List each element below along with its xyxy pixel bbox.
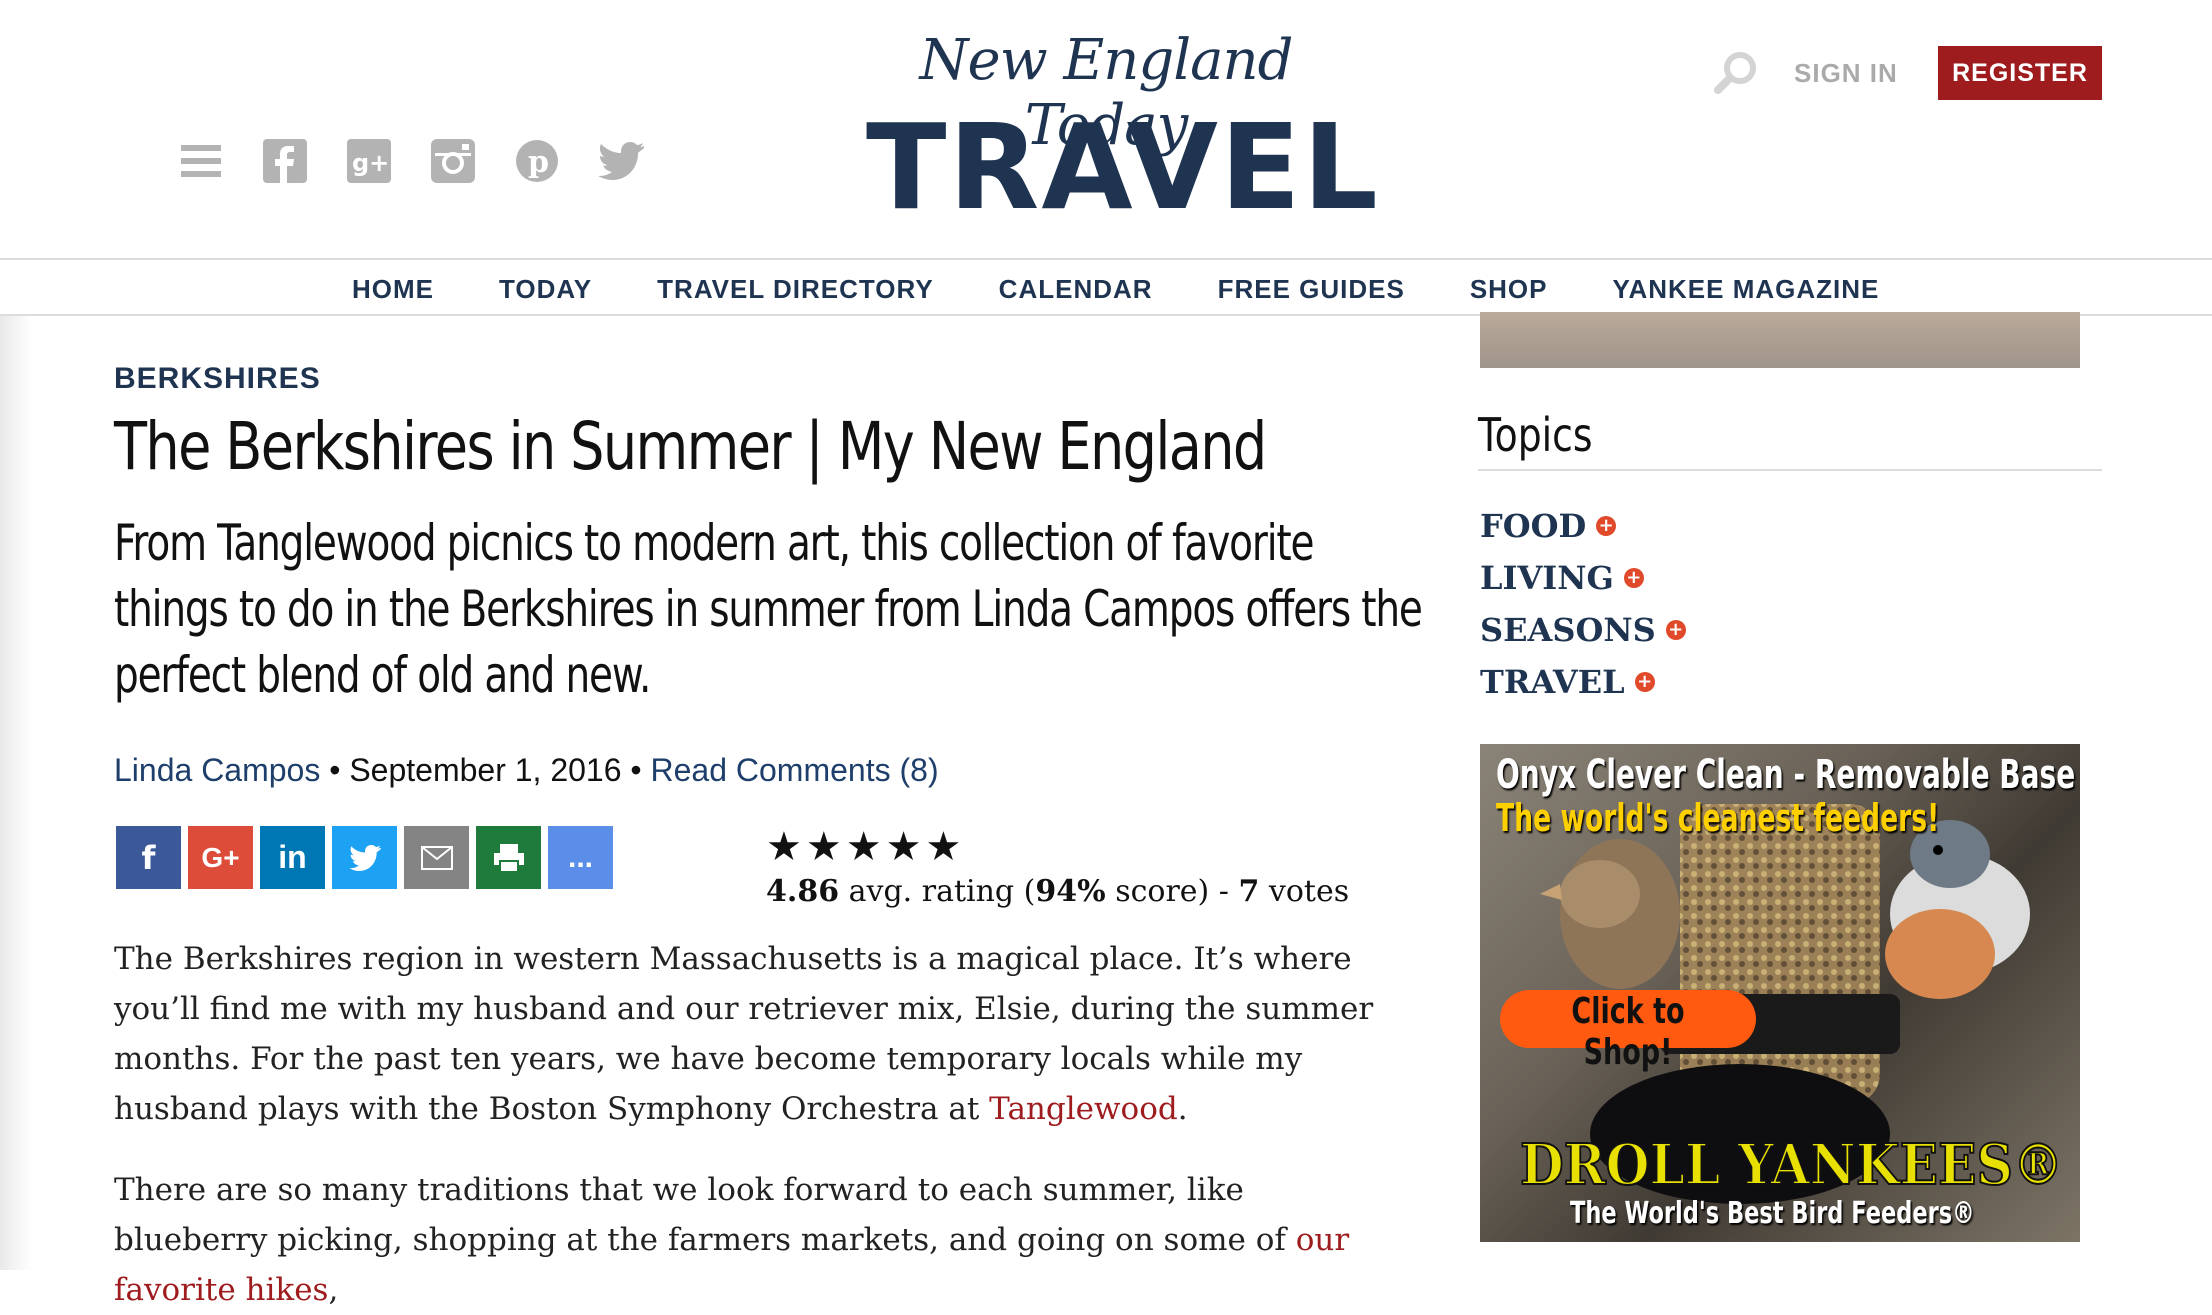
rating-votes: 7 <box>1238 874 1260 909</box>
nav-item-today[interactable]: TODAY <box>499 274 592 305</box>
rating-widget: ★★★★★ 4.86 avg. rating (94% score) - 7 v… <box>766 824 1349 909</box>
article-paragraph: The Berkshires region in western Massach… <box>114 934 1404 1134</box>
share-linkedin-button[interactable]: in <box>260 826 325 889</box>
byline-separator: • <box>329 752 350 788</box>
star-icon[interactable]: ★ <box>766 825 806 869</box>
category-kicker[interactable]: BERKSHIRES <box>114 362 321 396</box>
topic-label: FOOD <box>1480 507 1587 545</box>
ad-brand-logo: DROLL YANKEES® <box>1519 1131 2064 1199</box>
social-bar: g+ p <box>178 138 644 184</box>
ad-image-strip[interactable] <box>1480 312 2080 368</box>
print-share-icon <box>493 843 524 873</box>
rating-score-label: score) - <box>1115 874 1229 909</box>
topics-divider <box>1478 469 2102 471</box>
ad-tagline: The World's Best Bird Feeders® <box>1570 1196 1975 1231</box>
share-print-button[interactable] <box>476 826 541 889</box>
register-button[interactable]: REGISTER <box>1938 46 2102 100</box>
paragraph-text: . <box>1177 1091 1188 1127</box>
rating-summary: 4.86 avg. rating (94% score) - 7 votes <box>766 874 1349 909</box>
nav-item-shop[interactable]: SHOP <box>1470 274 1548 305</box>
pinterest-icon[interactable]: p <box>514 138 560 184</box>
share-bar: f G+ in ... <box>116 826 613 889</box>
plus-icon[interactable]: + <box>1665 620 1686 640</box>
rating-average: 4.86 <box>766 874 840 909</box>
nav-item-home[interactable]: HOME <box>352 274 434 305</box>
topic-food[interactable]: FOOD + <box>1480 500 1686 552</box>
star-icon[interactable]: ★ <box>925 825 965 869</box>
star-icon[interactable]: ★ <box>886 825 926 869</box>
topic-travel[interactable]: TRAVEL + <box>1480 656 1686 708</box>
plus-icon[interactable]: + <box>1596 516 1617 536</box>
share-more-button[interactable]: ... <box>548 826 613 889</box>
svg-text:p: p <box>528 145 549 180</box>
share-twitter-button[interactable] <box>332 826 397 889</box>
twitter-icon[interactable] <box>598 138 644 184</box>
publish-date: September 1, 2016 <box>349 752 622 788</box>
ad-click-to-shop-button[interactable]: Click to Shop! <box>1500 990 1756 1073</box>
main-nav: HOME TODAY TRAVEL DIRECTORY CALENDAR FRE… <box>0 258 2212 316</box>
article-paragraph: There are so many traditions that we loo… <box>114 1165 1404 1315</box>
nav-item-yankee-magazine[interactable]: YANKEE MAGAZINE <box>1613 274 1880 305</box>
article-dek: From Tanglewood picnics to modern art, t… <box>114 514 1423 704</box>
topic-living[interactable]: LIVING + <box>1480 552 1686 604</box>
plus-icon[interactable]: + <box>1634 672 1655 692</box>
nav-item-travel-directory[interactable]: TRAVEL DIRECTORY <box>657 274 934 305</box>
rating-score: 94% <box>1035 874 1106 909</box>
paragraph-text: , <box>328 1272 339 1308</box>
byline: Linda Campos • September 1, 2016 • Read … <box>114 752 939 789</box>
plus-icon[interactable]: + <box>1623 568 1644 588</box>
topic-label: LIVING <box>1480 559 1614 597</box>
sign-in-link[interactable]: SIGN IN <box>1794 58 1898 89</box>
facebook-icon[interactable] <box>262 138 308 184</box>
ad-headline: Onyx Clever Clean - Removable Base <box>1496 752 2076 798</box>
twitter-share-icon <box>348 844 381 871</box>
share-facebook-button[interactable]: f <box>116 826 181 889</box>
paragraph-text: There are so many traditions that we loo… <box>114 1172 1296 1258</box>
share-email-button[interactable] <box>404 826 469 889</box>
share-google-plus-button[interactable]: G+ <box>188 826 253 889</box>
email-share-icon <box>420 845 453 870</box>
nav-item-free-guides[interactable]: FREE GUIDES <box>1218 274 1405 305</box>
tanglewood-link[interactable]: Tanglewood <box>989 1091 1178 1127</box>
bird-feeder-ad[interactable]: Onyx Clever Clean - Removable Base The w… <box>1480 744 2080 1242</box>
linkedin-share-icon: in <box>278 839 307 875</box>
comments-link[interactable]: Read Comments (8) <box>651 752 939 788</box>
site-header: g+ p New England Today TRAVEL SIGN IN RE… <box>0 0 2212 258</box>
topics-heading: Topics <box>1478 408 1593 462</box>
star-icon[interactable]: ★ <box>806 825 846 869</box>
google-plus-icon[interactable]: g+ <box>346 138 392 184</box>
logo-travel[interactable]: TRAVEL <box>866 108 1378 226</box>
instagram-icon[interactable] <box>430 138 476 184</box>
topic-seasons[interactable]: SEASONS + <box>1480 604 1686 656</box>
rating-votes-label: votes <box>1268 874 1350 909</box>
rating-average-label: avg. rating ( <box>848 874 1036 909</box>
star-rating[interactable]: ★★★★★ <box>766 824 1349 870</box>
menu-icon[interactable] <box>178 138 224 184</box>
topics-list: FOOD + LIVING + SEASONS + TRAVEL + <box>1480 500 1686 708</box>
search-icon[interactable] <box>1714 50 1758 94</box>
author-link[interactable]: Linda Campos <box>114 752 320 788</box>
topic-label: SEASONS <box>1480 611 1656 649</box>
star-icon[interactable]: ★ <box>846 825 886 869</box>
article-title: The Berkshires in Summer | My New Englan… <box>114 408 1267 485</box>
topic-label: TRAVEL <box>1480 663 1625 701</box>
nav-item-calendar[interactable]: CALENDAR <box>999 274 1153 305</box>
ad-cta-label: Click to Shop! <box>1571 991 1685 1073</box>
google-plus-share-icon: G+ <box>201 841 240 873</box>
ad-subhead: The world's cleanest feeders! <box>1496 796 1940 840</box>
more-share-icon: ... <box>567 840 593 874</box>
svg-text:g+: g+ <box>352 149 389 177</box>
facebook-share-icon: f <box>141 838 156 877</box>
byline-separator: • <box>630 752 651 788</box>
